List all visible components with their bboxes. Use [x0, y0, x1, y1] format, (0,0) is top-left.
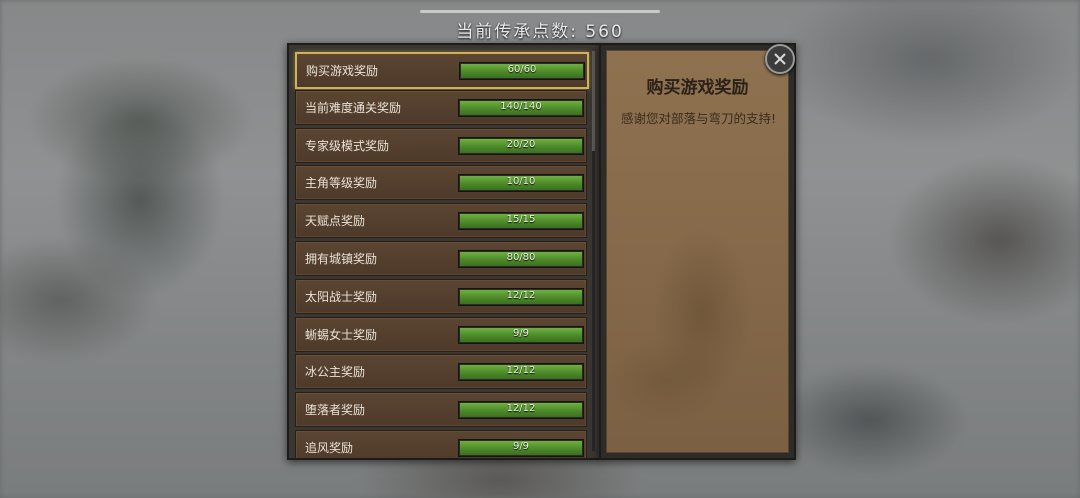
reward-progress-bar: 12/12 — [458, 363, 584, 382]
reward-item[interactable]: 堕落者奖励 12/12 — [295, 392, 587, 428]
reward-progress-bar: 10/10 — [458, 174, 584, 193]
reward-item[interactable]: 冰公主奖励 12/12 — [295, 354, 587, 390]
reward-progress-bar: 9/9 — [458, 439, 584, 457]
progress-value: 12/12 — [506, 403, 536, 415]
progress-value: 20/20 — [506, 138, 536, 150]
reward-item[interactable]: 追风奖励 9/9 — [295, 430, 587, 458]
reward-item[interactable]: 主角等级奖励 10/10 — [295, 165, 587, 201]
reward-label: 主角等级奖励 — [305, 176, 378, 191]
reward-label: 购买游戏奖励 — [306, 64, 379, 78]
reward-label: 冰公主奖励 — [305, 365, 366, 380]
reward-progress-bar: 140/140 — [458, 98, 584, 117]
reward-progress-bar: 80/80 — [458, 250, 584, 268]
scrollbar-thumb[interactable] — [592, 51, 595, 151]
progress-value: 12/12 — [506, 289, 536, 301]
reward-label: 天赋点奖励 — [305, 214, 366, 229]
progress-value: 10/10 — [506, 176, 536, 188]
reward-progress-bar: 12/12 — [458, 287, 584, 306]
progress-value: 12/12 — [506, 365, 536, 377]
reward-progress-bar: 20/20 — [458, 136, 584, 155]
reward-label: 拥有城镇奖励 — [305, 252, 378, 266]
detail-description: 感谢您对部落与弯刀的支持! — [621, 111, 777, 126]
progress-value: 15/15 — [506, 214, 536, 226]
reward-detail-panel: 购买游戏奖励 感谢您对部落与弯刀的支持! — [599, 43, 796, 460]
detail-title: 购买游戏奖励 — [646, 78, 749, 98]
reward-item[interactable]: 购买游戏奖励 60/60 — [295, 52, 589, 89]
reward-item[interactable]: 当前难度通关奖励 140/140 — [295, 89, 587, 125]
reward-label: 蜥蜴女士奖励 — [305, 327, 378, 342]
reward-label: 专家级模式奖励 — [305, 138, 390, 153]
progress-value: 9/9 — [512, 327, 530, 339]
reward-item[interactable]: 拥有城镇奖励 80/80 — [295, 241, 587, 276]
reward-item[interactable]: 专家级模式奖励 20/20 — [295, 127, 587, 163]
reward-progress-bar: 15/15 — [458, 212, 584, 231]
progress-value: 60/60 — [507, 64, 537, 75]
points-divider — [420, 10, 660, 13]
reward-label: 太阳战士奖励 — [305, 289, 378, 304]
legacy-points-counter: 当前传承点数: 560 — [456, 22, 624, 42]
reward-progress-bar: 60/60 — [459, 62, 585, 80]
close-button[interactable] — [765, 44, 795, 74]
close-icon — [774, 53, 786, 65]
reward-progress-bar: 12/12 — [458, 401, 584, 420]
reward-label: 堕落者奖励 — [305, 403, 366, 418]
progress-value: 9/9 — [512, 441, 530, 452]
reward-item[interactable]: 天赋点奖励 15/15 — [295, 203, 587, 239]
reward-item[interactable]: 蜥蜴女士奖励 9/9 — [295, 316, 587, 352]
reward-progress-bar: 9/9 — [458, 325, 584, 344]
progress-value: 80/80 — [506, 252, 536, 263]
parchment-background: 购买游戏奖励 感谢您对部落与弯刀的支持! — [606, 50, 789, 453]
reward-list-panel[interactable]: 购买游戏奖励 60/60 当前难度通关奖励 140/140 专家级模式奖励 20/20 主角… — [287, 43, 601, 460]
reward-label: 当前难度通关奖励 — [305, 100, 402, 115]
reward-label: 追风奖励 — [305, 441, 354, 455]
reward-item[interactable]: 太阳战士奖励 12/12 — [295, 278, 587, 314]
progress-value: 140/140 — [500, 100, 542, 112]
